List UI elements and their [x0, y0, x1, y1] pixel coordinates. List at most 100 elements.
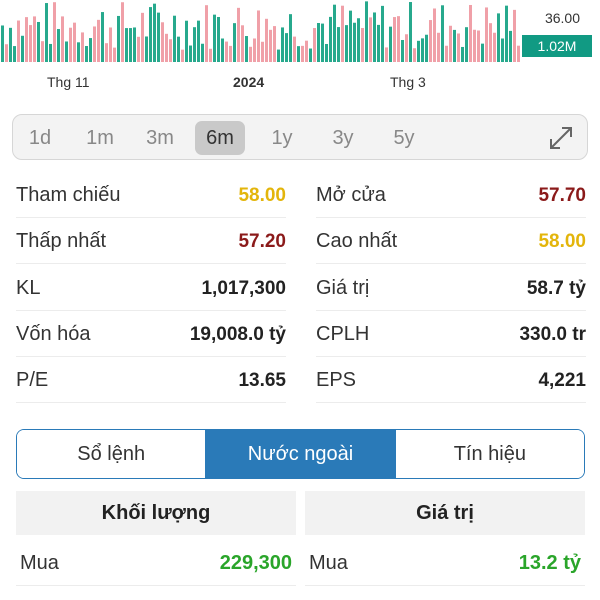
volume-bar: [325, 43, 328, 62]
volume-bar: [257, 10, 260, 62]
volume-bar: [473, 29, 476, 62]
volume-bar: [153, 3, 156, 62]
volume-bar: [109, 27, 112, 62]
stat-mo-cua: Mở cửa 57.70: [316, 174, 586, 218]
volume-bar: [493, 32, 496, 62]
volume-bar: [85, 46, 88, 62]
detail-tabs: Sổ lệnh Nước ngoài Tín hiệu: [16, 429, 585, 479]
stat-cao-nhat: Cao nhất 58.00: [316, 220, 586, 264]
volume-bar: [21, 35, 24, 62]
volume-bar: [433, 8, 436, 62]
volume-bar: [225, 41, 228, 62]
volume-bar: [321, 23, 324, 62]
stat-label: Vốn hóa: [16, 323, 91, 345]
buy-value-value: 13.2 tỷ: [518, 552, 581, 574]
volume-bar: [237, 7, 240, 62]
volume-bar: [177, 36, 180, 62]
volume-bar: [189, 45, 192, 62]
volume-bar: [17, 20, 20, 62]
stat-value: 330.0 tr: [519, 324, 586, 345]
volume-bar: [393, 17, 396, 62]
time-range-selector: 1d 1m 3m 6m 1y 3y 5y: [12, 114, 588, 160]
volume-bar: [173, 15, 176, 62]
volume-bar: [5, 44, 8, 62]
foreign-buy-value-row: Mua 13.2 tỷ: [305, 542, 585, 586]
volume-bar: [141, 12, 144, 62]
volume-bar: [273, 26, 276, 62]
volume-bar: [377, 24, 380, 62]
stat-eps: EPS 4,221: [316, 359, 586, 403]
volume-bar: [313, 28, 316, 62]
volume-bar: [373, 12, 376, 62]
range-3y-button[interactable]: 3y: [318, 121, 368, 155]
volume-bar: [501, 38, 504, 62]
stat-value: 4,221: [538, 370, 586, 391]
tab-tin-hieu[interactable]: Tín hiệu: [394, 430, 584, 478]
stat-value: 13.65: [238, 370, 286, 391]
volume-chart[interactable]: 36.00 1.02M Thg 11 2024 Thg 3: [0, 0, 600, 100]
volume-bar: [137, 36, 140, 62]
stat-tham-chieu: Tham chiếu 58.00: [16, 174, 286, 218]
volume-bar: [245, 36, 248, 62]
volume-bar: [289, 14, 292, 62]
volume-bar: [1, 25, 4, 62]
volume-bar: [89, 38, 92, 62]
volume-bar: [105, 43, 108, 62]
expand-icon[interactable]: [547, 124, 575, 152]
stat-value: 58.00: [238, 185, 286, 206]
stat-kl: KL 1,017,300: [16, 267, 286, 311]
volume-bar: [213, 14, 216, 62]
volume-bar: [229, 45, 232, 62]
stat-value: 1,017,300: [201, 278, 286, 299]
volume-bar: [201, 43, 204, 62]
buy-volume-value: 229,300: [219, 552, 292, 574]
volume-bar: [345, 25, 348, 62]
volume-bar: [217, 16, 220, 62]
range-1d-button[interactable]: 1d: [15, 121, 65, 155]
stat-value: 58.7 tỷ: [526, 278, 586, 299]
price-axis-label: 36.00: [544, 10, 580, 26]
volume-bar: [149, 7, 152, 62]
volume-bar: [65, 41, 68, 62]
volume-bar: [413, 48, 416, 62]
volume-bar: [277, 49, 280, 62]
volume-bar: [457, 33, 460, 62]
volume-bar: [77, 42, 80, 62]
volume-bar: [269, 29, 272, 62]
volume-bar: [145, 36, 148, 62]
volume-bar: [61, 16, 64, 62]
stat-von-hoa: Vốn hóa 19,008.0 tỷ: [16, 313, 286, 357]
volume-bar: [497, 13, 500, 62]
volume-bar: [53, 2, 56, 62]
volume-bar: [181, 49, 184, 62]
range-1y-button[interactable]: 1y: [257, 121, 307, 155]
x-axis-label-thg3: Thg 3: [390, 74, 426, 90]
tab-so-lenh[interactable]: Sổ lệnh: [17, 430, 206, 478]
stat-label: Thấp nhất: [16, 230, 107, 252]
range-3m-button[interactable]: 3m: [135, 121, 185, 155]
volume-bar: [517, 45, 520, 62]
volume-bar: [113, 47, 116, 62]
volume-bar: [29, 25, 32, 62]
volume-bar: [429, 20, 432, 62]
tab-nuoc-ngoai[interactable]: Nước ngoài: [205, 430, 395, 478]
range-1m-button[interactable]: 1m: [75, 121, 125, 155]
range-6m-button[interactable]: 6m: [195, 121, 245, 155]
volume-bar: [381, 5, 384, 62]
volume-bar: [505, 5, 508, 62]
volume-bar: [421, 38, 424, 62]
volume-bar: [481, 43, 484, 62]
volume-bar: [465, 27, 468, 62]
volume-badge: 1.02M: [522, 35, 592, 57]
volume-bar: [297, 46, 300, 62]
volume-bar: [25, 17, 28, 62]
volume-bar: [37, 21, 40, 62]
range-5y-button[interactable]: 5y: [379, 121, 429, 155]
volume-bars: [1, 1, 520, 62]
volume-bar: [333, 4, 336, 62]
volume-bar: [241, 25, 244, 62]
volume-bar: [409, 2, 412, 62]
stat-label: Tham chiếu: [16, 184, 121, 206]
volume-bar: [337, 27, 340, 62]
volume-bar: [453, 29, 456, 62]
